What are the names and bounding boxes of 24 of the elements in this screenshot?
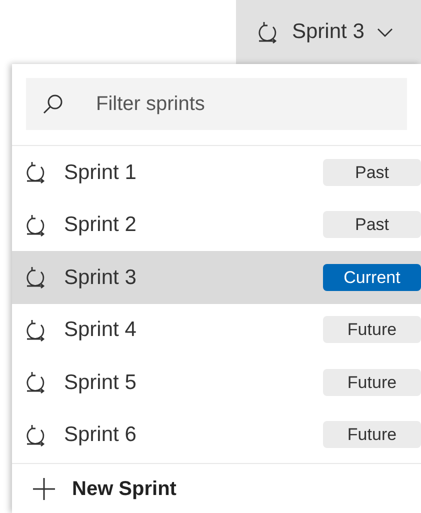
status-badge: Future [323, 421, 421, 448]
status-badge: Past [323, 158, 421, 186]
plus-icon [32, 476, 56, 500]
status-badge: Future [323, 316, 421, 344]
status-badge: Current [323, 264, 421, 291]
sprint-name: Sprint 2 [64, 212, 138, 238]
sprint-name: Sprint 5 [64, 370, 138, 396]
sprint-picker-button[interactable]: Sprint 3 [236, 0, 421, 64]
search-field[interactable]: Filter sprints [26, 78, 407, 130]
sprint-name: Sprint 4 [64, 317, 138, 343]
sprint-item[interactable]: Sprint 5 Future [12, 356, 421, 408]
sprint-item[interactable]: Sprint 6 Future [12, 408, 421, 461]
sprint-item[interactable]: Sprint 3 Current [12, 251, 421, 304]
status-badge: Past [323, 211, 421, 238]
sprint-item[interactable]: Sprint 2 Past [12, 198, 421, 251]
sprint-item[interactable]: Sprint 4 Future [12, 304, 421, 356]
status-badge: Future [323, 368, 421, 396]
chevron-down-icon [376, 26, 394, 38]
sprint-name: Sprint 6 [64, 422, 138, 448]
sprint-item[interactable]: Sprint 1 Past [12, 146, 421, 198]
sprint-name: Sprint 1 [64, 160, 138, 186]
new-sprint-button[interactable]: New Sprint [32, 474, 176, 504]
sprint-name: Sprint 3 [64, 264, 138, 290]
search-icon [42, 93, 64, 115]
